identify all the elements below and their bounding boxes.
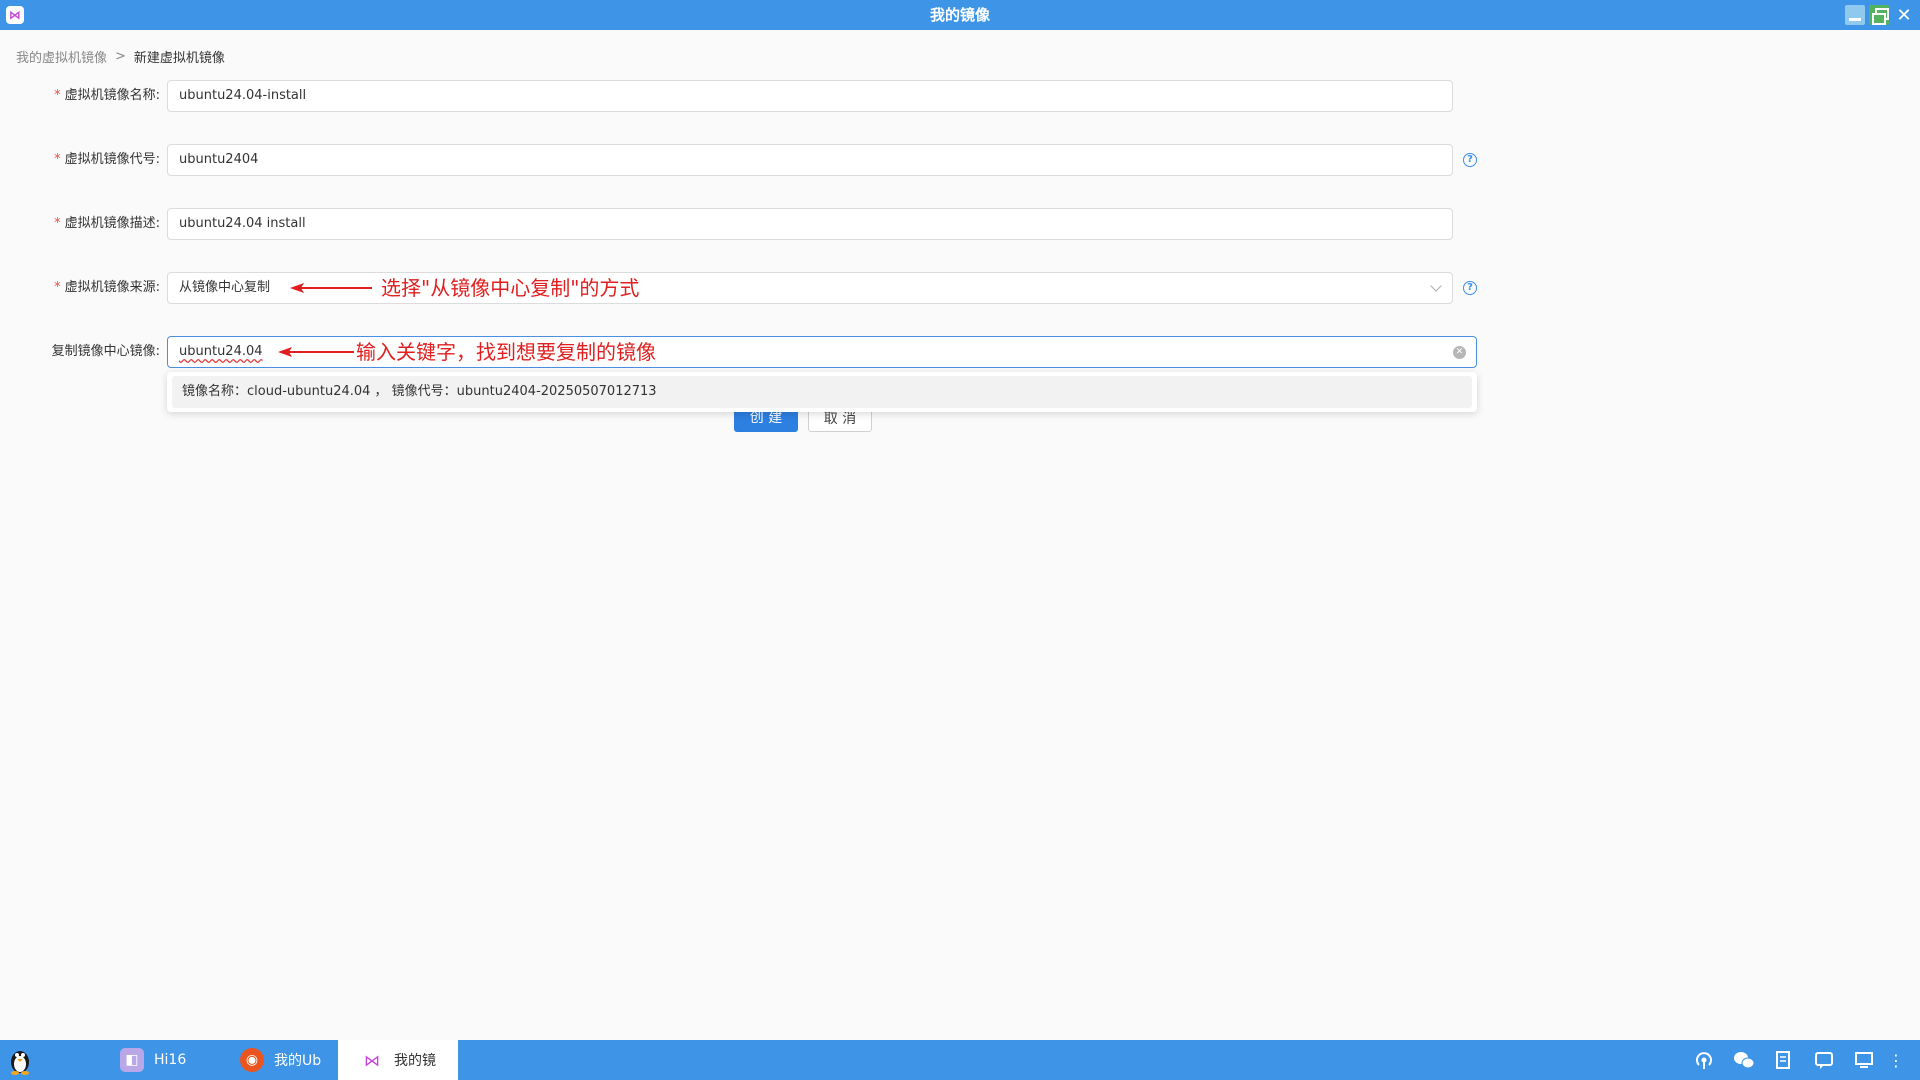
form-row-desc: * 虚拟机镜像描述: ubuntu24.04 install [0, 208, 1920, 240]
copy-image-search-value: ubuntu24.04 [179, 344, 263, 359]
taskbar-item-label: 我的Ub [274, 1053, 322, 1069]
help-icon[interactable]: ? [1463, 153, 1477, 167]
taskbar-item-images[interactable]: ⋈ 我的镜 [338, 1040, 458, 1080]
image-code-input[interactable]: ubuntu2404 [167, 144, 1453, 176]
breadcrumb-current: 新建虚拟机镜像 [133, 51, 225, 66]
taskbar-item-label: 我的镜 [394, 1053, 436, 1069]
required-mark: * [54, 88, 61, 103]
wechat-icon[interactable] [1733, 1050, 1755, 1070]
code-label: * 虚拟机镜像代号: [54, 152, 160, 167]
source-selected-value: 从镜像中心复制 [179, 280, 271, 295]
minimize-button[interactable] [1845, 5, 1865, 25]
form-row-code: * 虚拟机镜像代号: ubuntu2404 ? [0, 144, 1920, 176]
window-title: 我的镜像 [929, 6, 990, 24]
broadcast-icon[interactable] [1693, 1050, 1715, 1070]
copy-label: 复制镜像中心镜像: [51, 344, 160, 359]
title-bar: ⋈ 我的镜像 ✕ [0, 0, 1920, 30]
maximize-button[interactable] [1869, 5, 1889, 25]
annotation-copy-note: 输入关键字，找到想要复制的镜像 [356, 340, 656, 364]
ubuntu-icon: ◉ [240, 1048, 264, 1072]
taskbar-item-label: Hi16 [154, 1052, 187, 1068]
display-icon[interactable] [1853, 1050, 1875, 1070]
name-label: * 虚拟机镜像名称: [54, 88, 160, 103]
annotation-arrow-source [290, 283, 372, 293]
annotation-arrow-copy [278, 347, 354, 357]
close-button[interactable]: ✕ [1894, 5, 1914, 26]
required-mark: * [54, 280, 61, 295]
image-name-input[interactable]: ubuntu24.04-install [167, 80, 1453, 112]
chevron-down-icon [1430, 280, 1442, 292]
required-mark: * [54, 216, 61, 231]
taskbar-item-hi16[interactable]: ◧ Hi16 [98, 1040, 218, 1080]
dropdown-option[interactable]: 镜像名称：cloud-ubuntu24.04 ， 镜像代号：ubuntu2404… [172, 376, 1472, 408]
more-icon[interactable]: ⋮ [1888, 1050, 1904, 1070]
required-mark: * [54, 152, 61, 167]
image-desc-input[interactable]: ubuntu24.04 install [167, 208, 1453, 240]
breadcrumb-separator: > [115, 49, 126, 64]
document-search-icon[interactable] [1773, 1050, 1795, 1070]
desc-label: * 虚拟机镜像描述: [54, 216, 160, 231]
source-label: * 虚拟机镜像来源: [54, 280, 160, 295]
clear-icon[interactable]: ✕ [1453, 346, 1466, 359]
app-logo-icon: ⋈ [364, 1050, 380, 1070]
search-results-dropdown: 镜像名称：cloud-ubuntu24.04 ， 镜像代号：ubuntu2404… [167, 372, 1477, 412]
breadcrumb-parent-link[interactable]: 我的虚拟机镜像 [16, 47, 107, 66]
help-icon[interactable]: ? [1463, 281, 1477, 295]
annotation-source-note: 选择"从镜像中心复制"的方式 [381, 276, 640, 300]
breadcrumb: 我的虚拟机镜像 > 新建虚拟机镜像 [16, 47, 225, 66]
app-icon: ◧ [120, 1048, 144, 1072]
start-menu-icon[interactable] [4, 1044, 36, 1076]
taskbar-item-ubuntu[interactable]: ◉ 我的Ub [218, 1040, 338, 1080]
taskbar: ◧ Hi16 ◉ 我的Ub ⋈ 我的镜 ⋮ [0, 1040, 1920, 1080]
form-row-name: * 虚拟机镜像名称: ubuntu24.04-install [0, 80, 1920, 112]
message-icon[interactable] [1813, 1050, 1835, 1070]
